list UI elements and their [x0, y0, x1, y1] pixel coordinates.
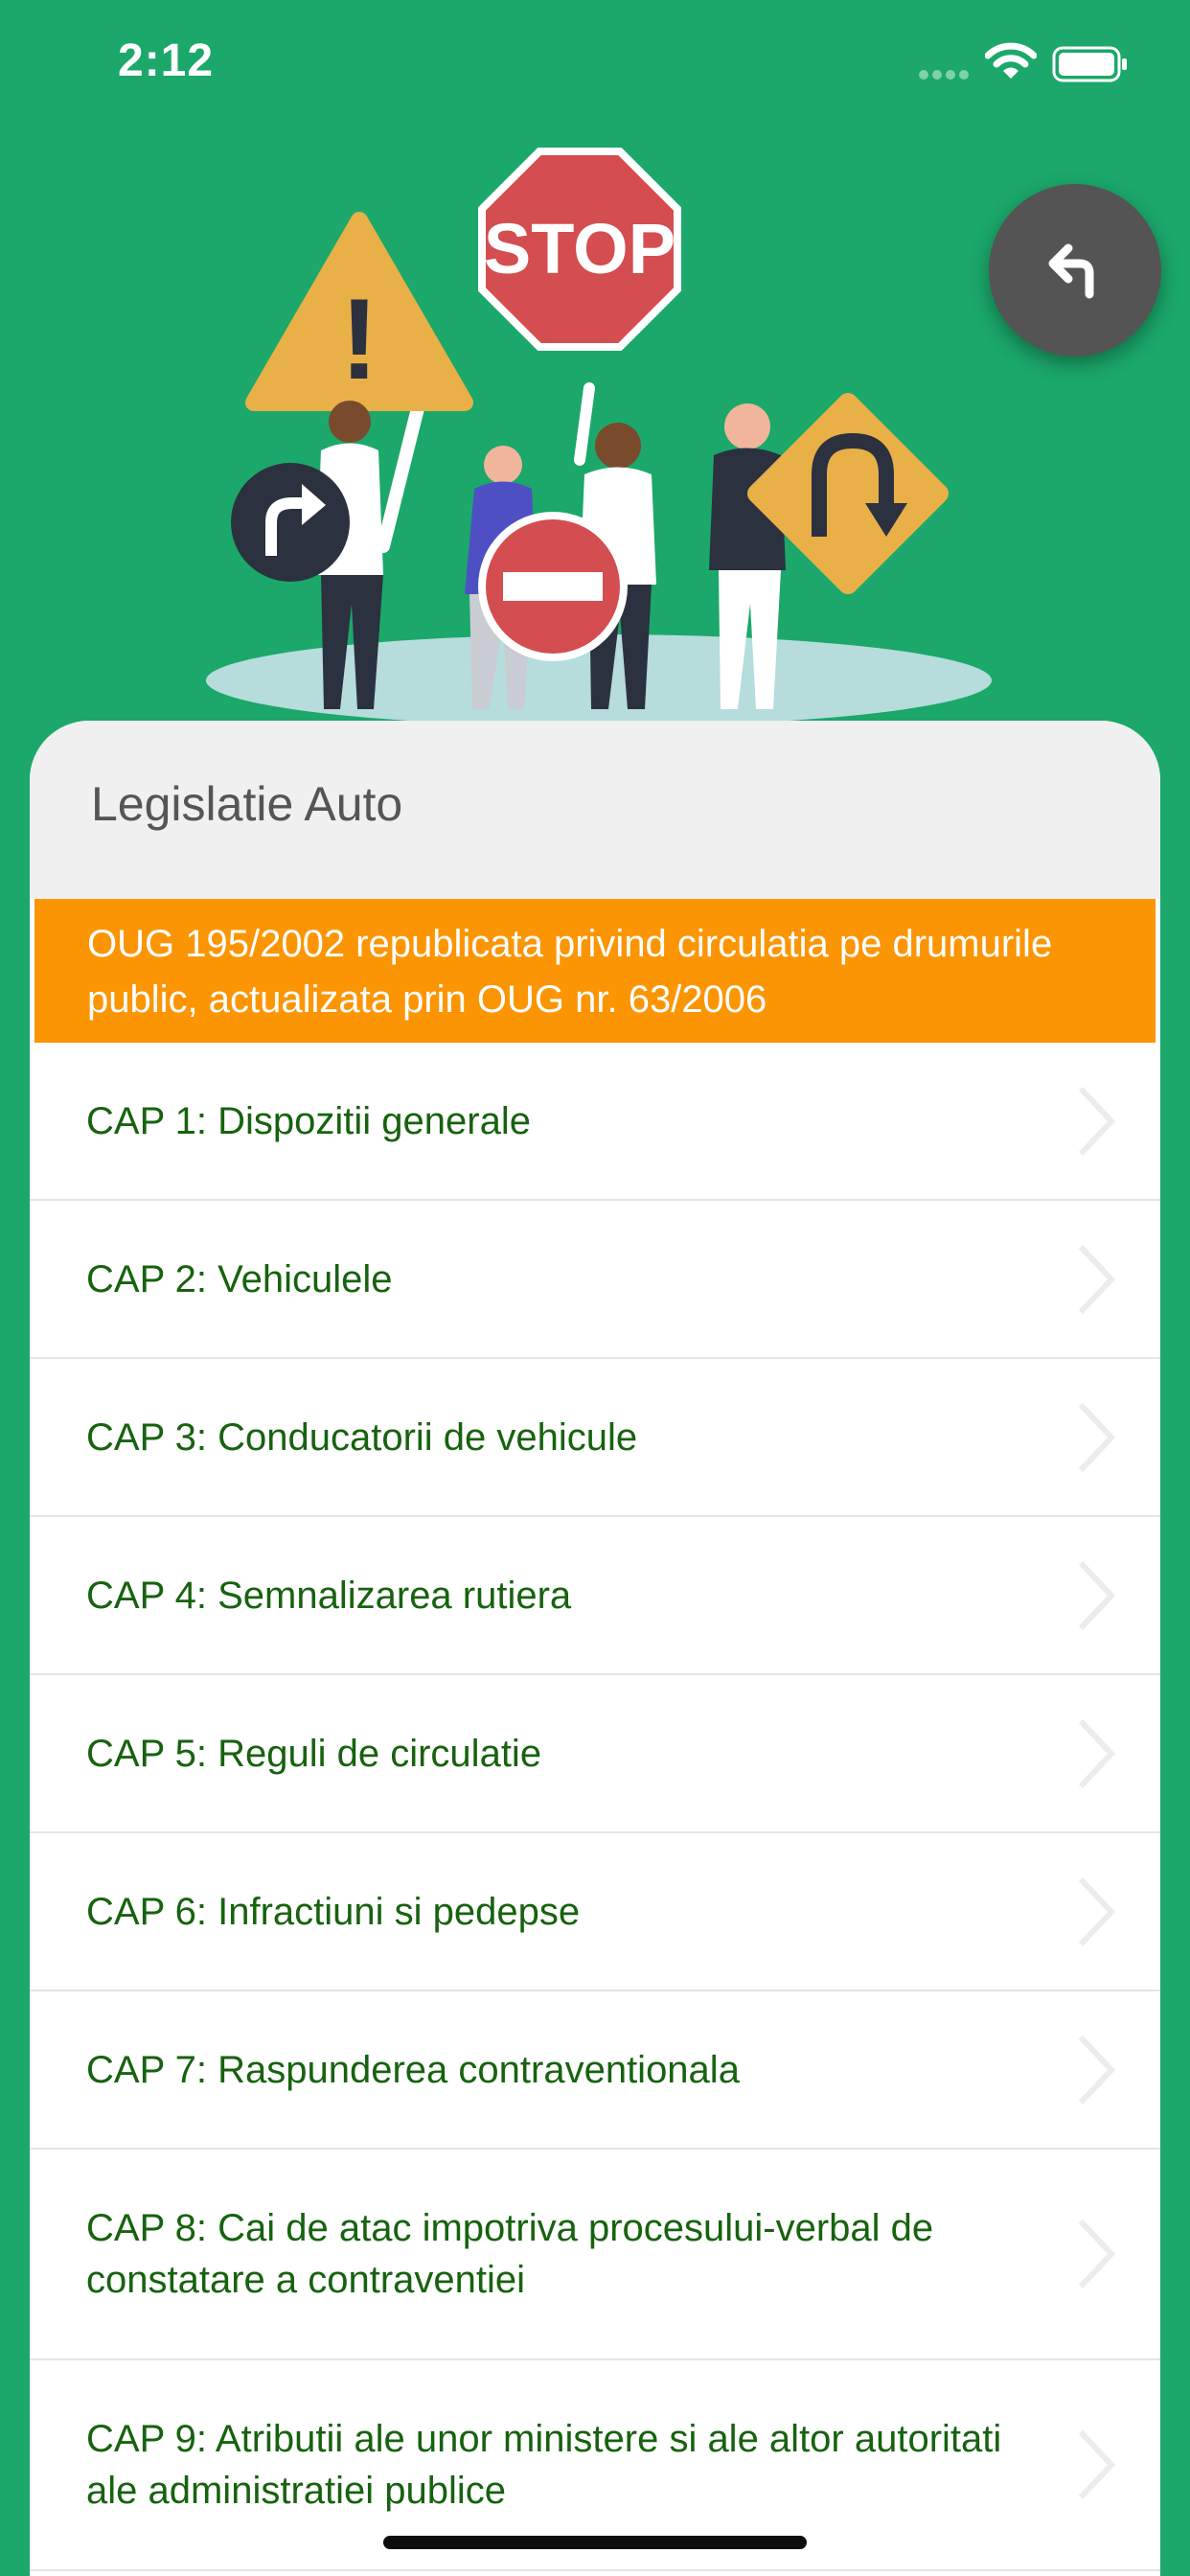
chevron-right-icon	[1078, 1402, 1116, 1472]
no-entry-sign	[478, 512, 628, 661]
signal-dots-icon	[919, 70, 969, 80]
undo-arrow-icon	[1048, 243, 1094, 299]
chapter-label: CAP 7: Raspunderea contraventionala	[86, 2048, 740, 2091]
chapter-row-3[interactable]: CAP 3: Conducatorii de vehicule	[30, 1359, 1160, 1517]
section-banner: OUG 195/2002 republicata privind circula…	[34, 899, 1156, 1043]
chapter-row-5[interactable]: CAP 5: Reguli de circulatie	[30, 1675, 1160, 1833]
card-title: Legislatie Auto	[91, 777, 403, 831]
status-time: 2:12	[118, 35, 215, 86]
chevron-right-icon	[1078, 1086, 1116, 1156]
chapter-row-6[interactable]: CAP 6: Infractiuni si pedepse	[30, 1833, 1160, 1991]
chevron-right-icon	[1078, 1876, 1116, 1946]
stop-sign-text: STOP	[484, 209, 675, 288]
turn-right-sign	[231, 463, 350, 582]
chapter-label: CAP 8: Cai de atac impotriva procesului-…	[86, 2207, 934, 2301]
chapter-label: CAP 4: Semnalizarea rutiera	[86, 1574, 572, 1617]
chapter-row-4[interactable]: CAP 4: Semnalizarea rutiera	[30, 1517, 1160, 1675]
chevron-right-icon	[1078, 1560, 1116, 1630]
chevron-right-icon	[1078, 1244, 1116, 1314]
stop-sign: STOP	[478, 148, 681, 466]
chevron-right-icon	[1078, 2429, 1116, 2500]
chapter-label: CAP 3: Conducatorii de vehicule	[86, 1415, 638, 1459]
back-button[interactable]	[989, 184, 1161, 356]
chapter-label: CAP 5: Reguli de circulatie	[86, 1732, 542, 1775]
hero-illustration: ! STOP	[187, 144, 1011, 726]
wifi-icon	[985, 42, 1037, 79]
status-bar: 2:12	[0, 0, 1190, 129]
legislation-card: Legislatie Auto OUG 195/2002 republicata…	[30, 721, 1160, 2576]
chevron-right-icon	[1078, 1718, 1116, 1788]
warning-sign-text: !	[340, 275, 378, 403]
chapter-row-8[interactable]: CAP 8: Cai de atac impotriva procesului-…	[30, 2150, 1160, 2360]
battery-icon	[1052, 46, 1127, 82]
chapter-row-1[interactable]: CAP 1: Dispozitii generale	[30, 1043, 1160, 1201]
chapter-label: CAP 6: Infractiuni si pedepse	[86, 1890, 581, 1933]
card-header: Legislatie Auto	[30, 721, 1160, 899]
chapter-label: CAP 1: Dispozitii generale	[86, 1099, 531, 1142]
chapter-list: CAP 1: Dispozitii generale CAP 2: Vehicu…	[30, 1043, 1160, 2571]
chapter-row-7[interactable]: CAP 7: Raspunderea contraventionala	[30, 1991, 1160, 2150]
chevron-right-icon	[1078, 2219, 1116, 2289]
chapter-label: CAP 2: Vehiculele	[86, 1257, 393, 1300]
chapter-row-2[interactable]: CAP 2: Vehiculele	[30, 1201, 1160, 1359]
home-indicator[interactable]	[383, 2536, 807, 2549]
chevron-right-icon	[1078, 2035, 1116, 2104]
chapter-label: CAP 9: Atributii ale unor ministere si a…	[86, 2418, 1002, 2512]
